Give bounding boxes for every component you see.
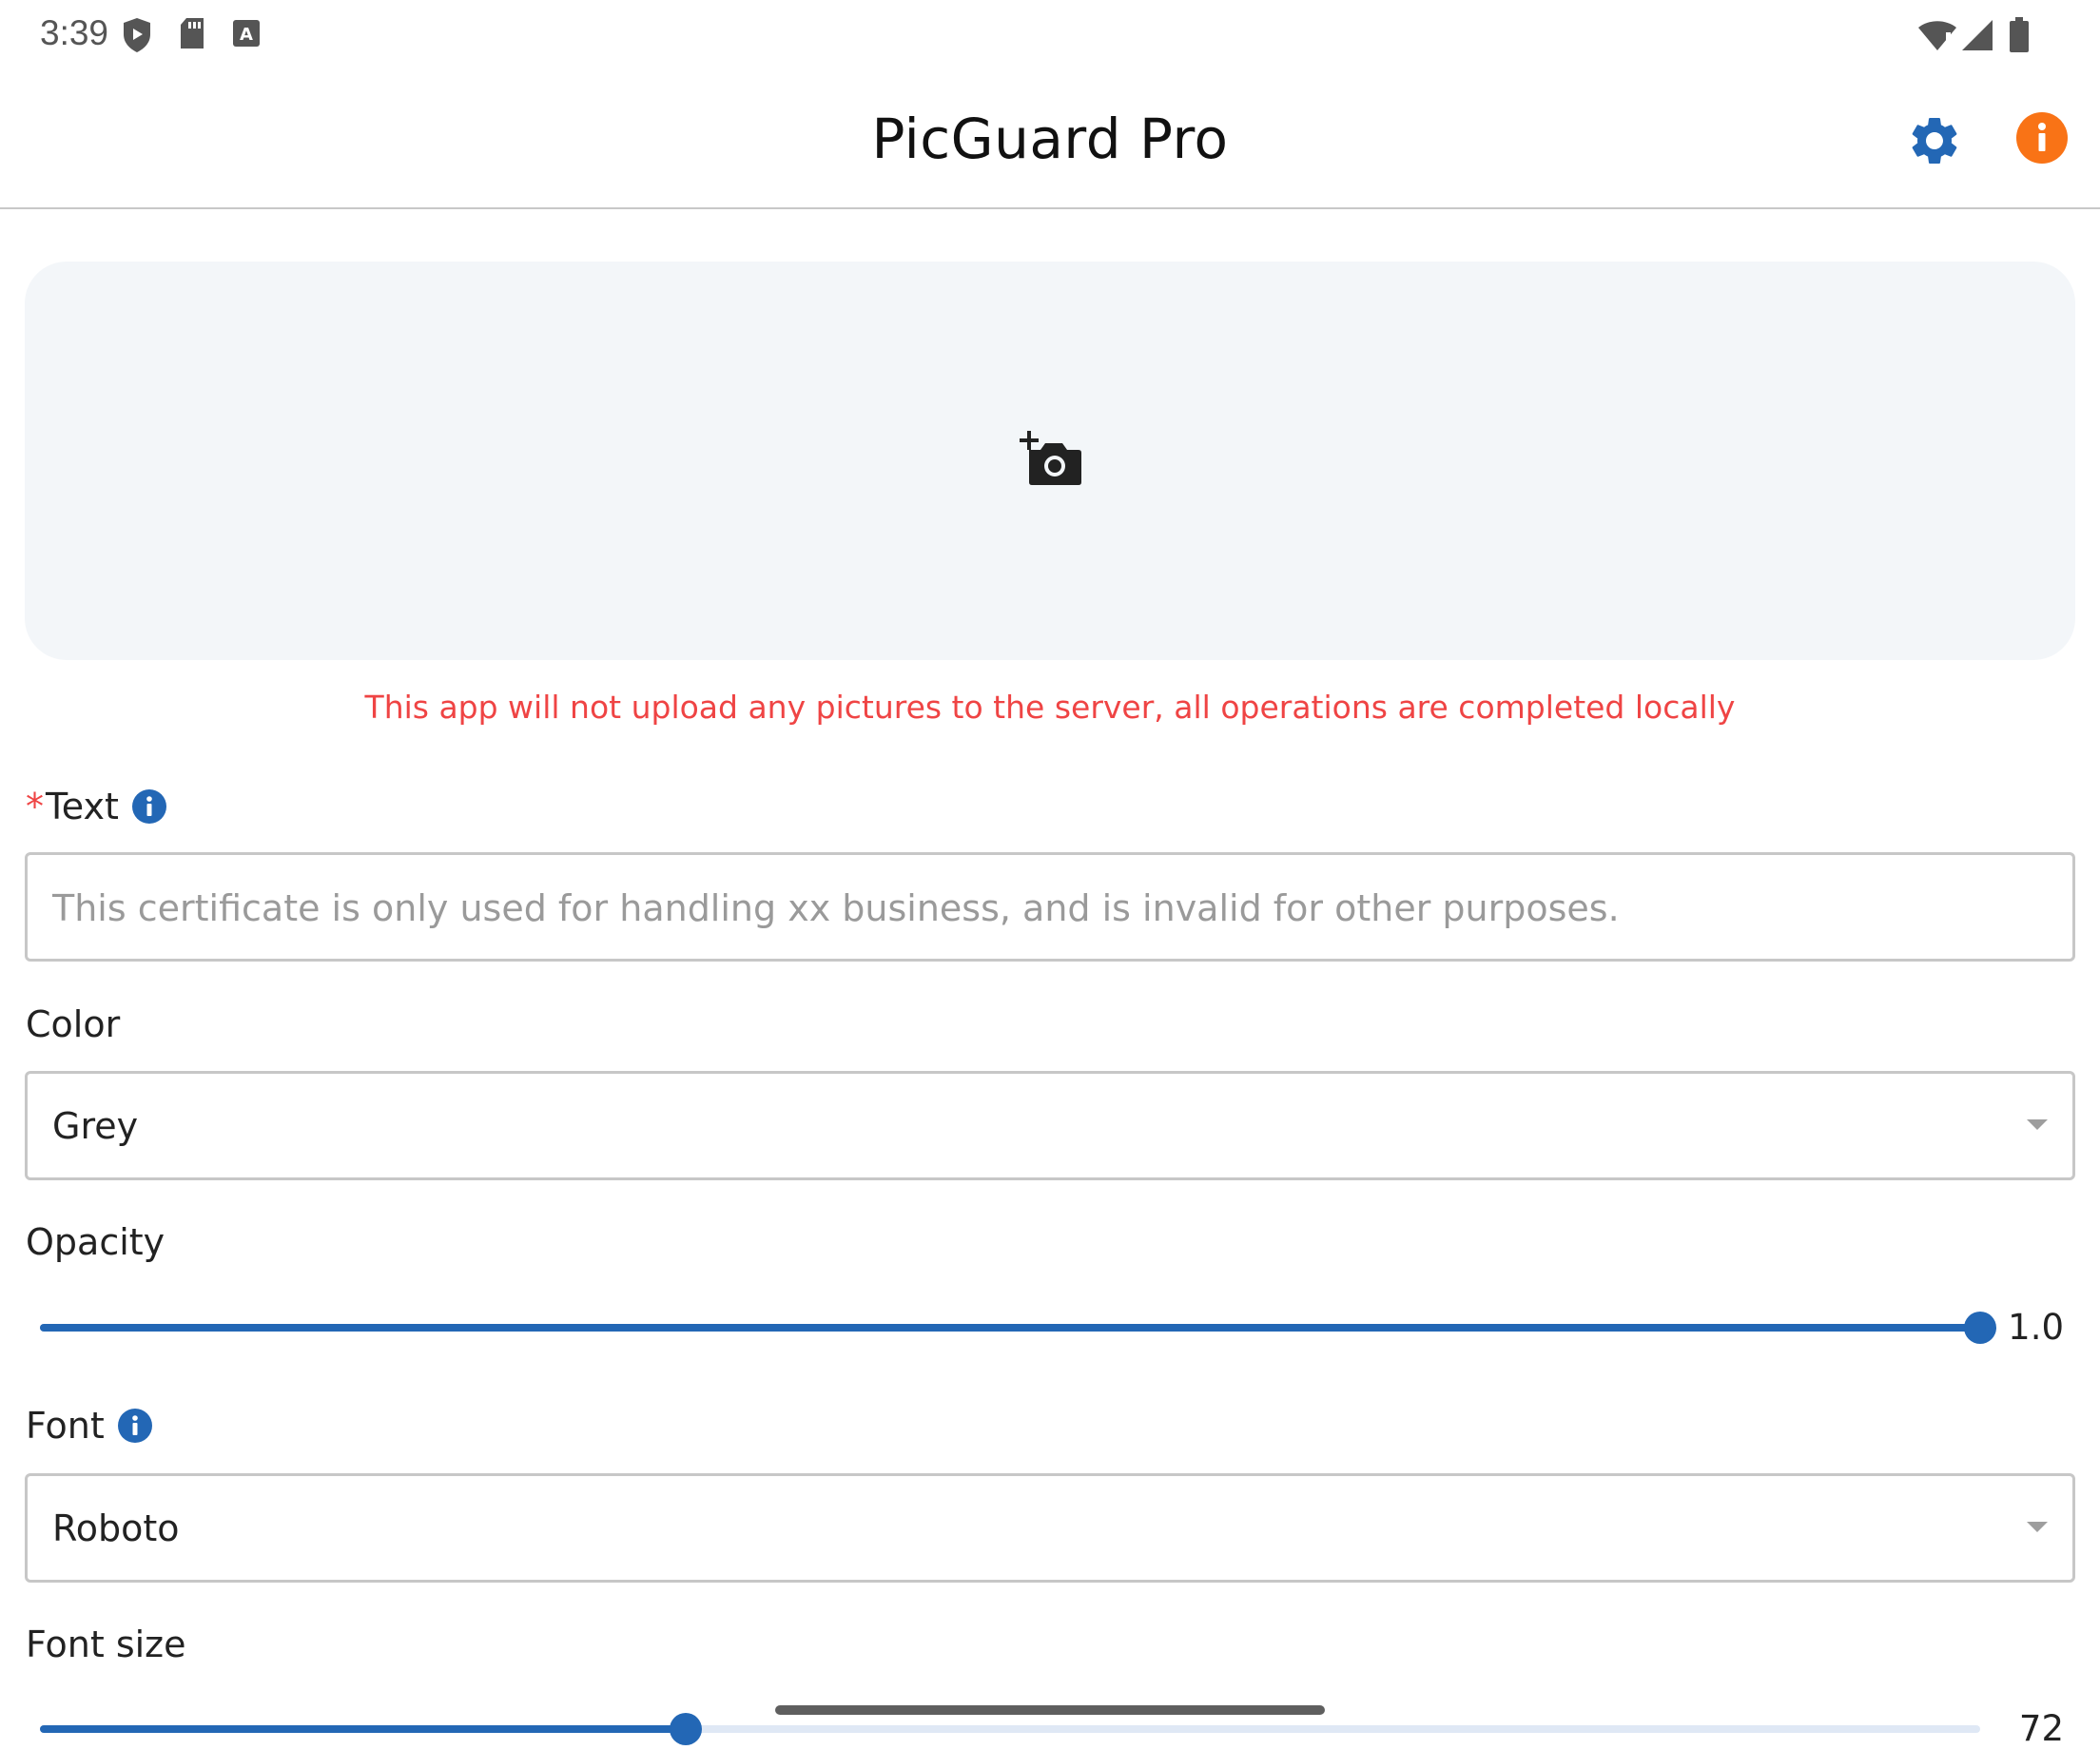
add-photo-camera-icon [1020,431,1082,490]
font-select[interactable]: Roboto [25,1473,2075,1583]
opacity-slider[interactable] [40,1309,1996,1347]
font-label: Font [26,1405,105,1447]
font-size-label: Font size [26,1624,186,1665]
image-picker-area[interactable] [25,262,2075,660]
status-bar: 3:39 A [0,0,2100,70]
cell-signal-icon [1961,19,1993,55]
play-protect-icon [122,17,152,57]
app-bar: PicGuard Pro [0,70,2100,209]
svg-text:A: A [240,25,253,45]
font-size-slider-fill [40,1725,687,1733]
required-mark: * [26,786,44,827]
opacity-label: Opacity [26,1221,165,1263]
color-label: Color [26,1003,121,1045]
settings-button[interactable] [1906,112,1963,169]
wifi-alert-icon [1917,19,1957,55]
font-info-icon[interactable] [117,1409,152,1443]
chevron-down-icon [2027,1119,2048,1130]
opacity-slider-fill [40,1324,1980,1332]
font-select-value: Roboto [52,1507,180,1549]
info-icon [2016,112,2068,167]
text-info-icon[interactable] [131,789,166,824]
gear-icon [1906,117,1963,173]
page-title: PicGuard Pro [871,107,1229,171]
text-label: Text [46,786,119,827]
font-size-slider-thumb[interactable] [670,1713,703,1745]
about-button[interactable] [2016,112,2073,169]
home-indicator[interactable] [775,1705,1325,1715]
opacity-value: 1.0 [2008,1307,2064,1348]
font-size-slider[interactable] [40,1710,1980,1748]
sd-card-icon [179,17,205,55]
color-select-value: Grey [52,1105,139,1147]
privacy-note: This app will not upload any pictures to… [364,689,1736,726]
watermark-text-input[interactable] [50,855,2032,961]
battery-icon [2009,17,2030,57]
chevron-down-icon [2027,1522,2048,1532]
text-field[interactable] [25,852,2075,962]
font-label-row: Font [26,1405,152,1447]
text-label-row: * Text [26,786,166,827]
font-size-value: 72 [2018,1708,2064,1749]
color-select[interactable]: Grey [25,1071,2075,1180]
keyboard-a-icon: A [232,17,261,53]
status-time: 3:39 [40,13,109,52]
